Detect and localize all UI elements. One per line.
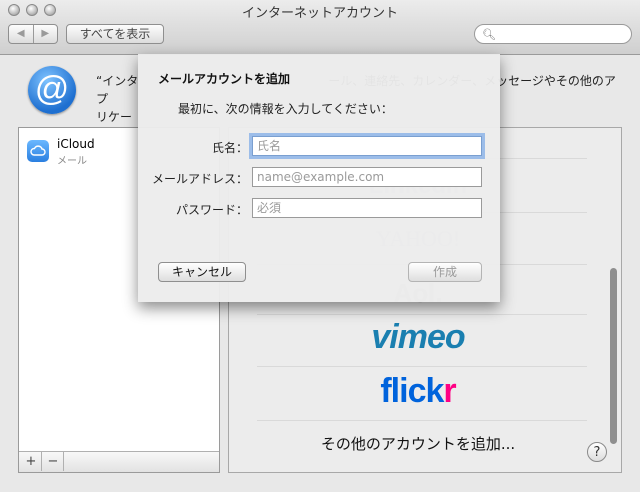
add-account-button[interactable]: + xyxy=(21,452,42,471)
flickr-logo-part1: flick xyxy=(380,372,444,410)
name-label: 氏名： xyxy=(211,141,248,155)
account-subtitle: メール xyxy=(57,156,87,167)
scrollbar-thumb[interactable] xyxy=(610,268,617,444)
help-button[interactable]: ? xyxy=(587,442,607,462)
forward-button[interactable]: ▶ xyxy=(34,25,58,43)
sheet-title: メールアカウントを追加 xyxy=(158,72,291,86)
divider xyxy=(257,366,587,367)
icloud-icon xyxy=(27,140,49,162)
back-button[interactable]: ◀ xyxy=(9,25,34,43)
vimeo-logo[interactable]: vimeo xyxy=(229,318,607,357)
sheet-instructions: 最初に、次の情報を入力してください： xyxy=(178,102,393,116)
description-line1-left: “インタ xyxy=(96,74,139,88)
password-field[interactable] xyxy=(252,198,482,218)
name-field[interactable] xyxy=(252,136,482,156)
search-icon: 🔍︎ xyxy=(482,28,496,41)
cancel-button[interactable]: キャンセル xyxy=(158,262,246,282)
divider xyxy=(257,420,587,421)
account-name: iCloud xyxy=(57,137,95,151)
back-forward-control: ◀ ▶ xyxy=(8,24,58,44)
email-label: メールアドレス： xyxy=(151,172,248,186)
show-all-button[interactable]: すべてを表示 xyxy=(66,24,164,44)
add-mail-account-sheet: メールアカウントを追加 最初に、次の情報を入力してください： 氏名： メールアド… xyxy=(138,54,500,302)
flickr-logo[interactable]: flickr xyxy=(229,372,607,411)
divider xyxy=(257,314,587,315)
window-titlebar: インターネットアカウント ◀ ▶ すべてを表示 🔍︎ xyxy=(0,0,640,55)
search-field[interactable]: 🔍︎ xyxy=(474,24,632,44)
password-label: パスワード： xyxy=(175,203,248,217)
at-sign-icon: @ xyxy=(28,66,76,114)
window-title: インターネットアカウント xyxy=(241,6,398,21)
create-button[interactable]: 作成 xyxy=(408,262,482,282)
remove-account-button[interactable]: − xyxy=(43,452,64,471)
flickr-logo-part2: r xyxy=(443,372,456,410)
email-field[interactable] xyxy=(252,167,482,187)
add-other-account-button[interactable]: その他のアカウントを追加... xyxy=(229,433,607,454)
account-list-footer: + − xyxy=(19,451,219,472)
